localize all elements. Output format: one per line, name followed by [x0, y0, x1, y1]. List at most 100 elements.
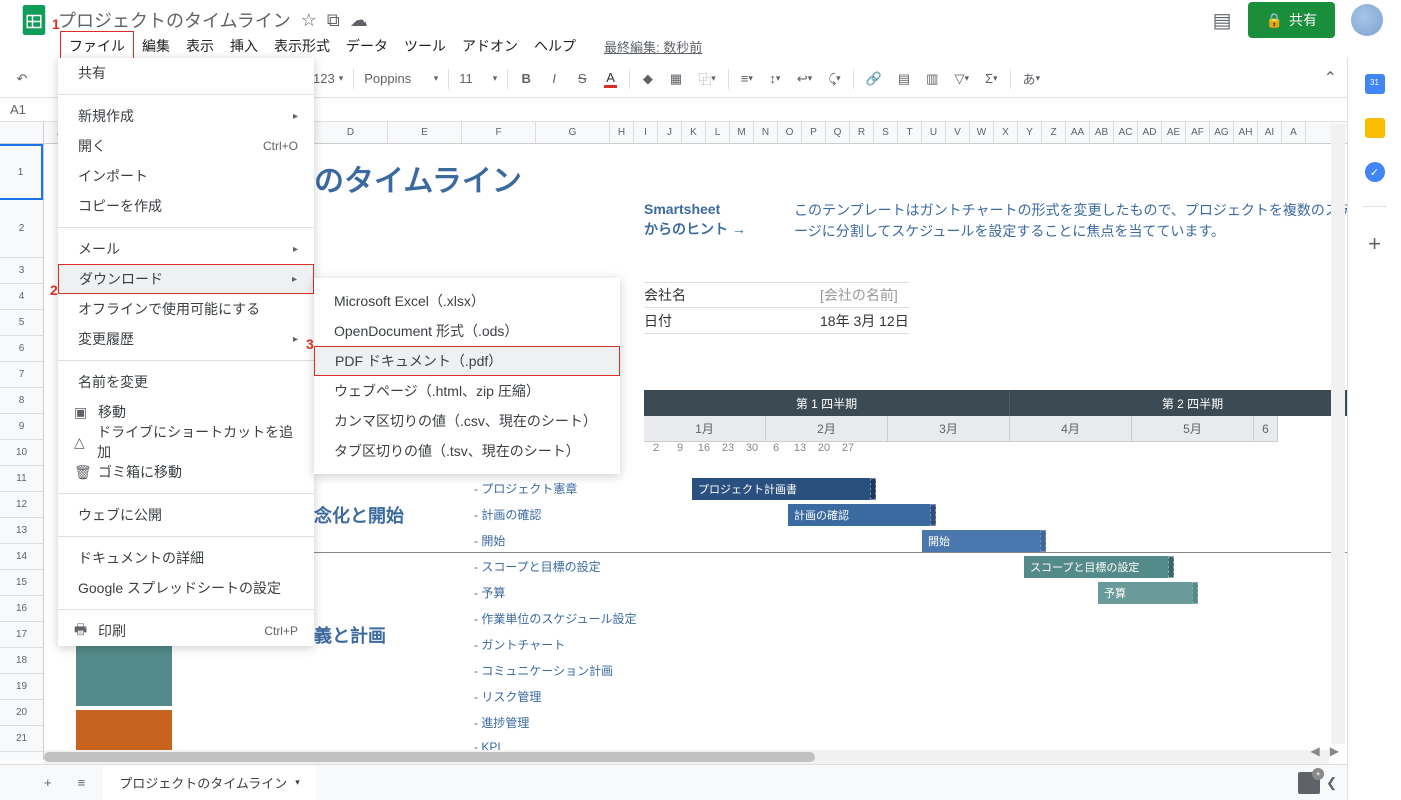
- explore-button[interactable]: [1298, 772, 1320, 794]
- col-header[interactable]: AD: [1138, 122, 1162, 143]
- side-panel-toggle[interactable]: ❮: [1326, 775, 1337, 791]
- col-header[interactable]: I: [634, 122, 658, 143]
- col-header[interactable]: AF: [1186, 122, 1210, 143]
- col-header[interactable]: L: [706, 122, 730, 143]
- text-color-button[interactable]: A: [598, 66, 623, 92]
- col-header[interactable]: H: [610, 122, 634, 143]
- col-header[interactable]: N: [754, 122, 778, 143]
- wrap-button[interactable]: ↩▾: [791, 66, 818, 92]
- merge-button[interactable]: ⿻▾: [692, 66, 722, 92]
- col-header[interactable]: M: [730, 122, 754, 143]
- last-edit-link[interactable]: 最終編集: 数秒前: [604, 37, 702, 56]
- download-tsv[interactable]: タブ区切りの値（.tsv、現在のシート）: [314, 436, 620, 466]
- menu-view[interactable]: 表示: [178, 32, 222, 60]
- rotate-button[interactable]: ⤹▾: [822, 66, 846, 92]
- functions-button[interactable]: Σ▾: [979, 66, 1004, 92]
- menu-spreadsheet-settings[interactable]: Google スプレッドシートの設定: [58, 573, 314, 603]
- col-header[interactable]: A: [1282, 122, 1306, 143]
- add-sheet-button[interactable]: +: [36, 771, 60, 794]
- col-header[interactable]: Y: [1018, 122, 1042, 143]
- font-size-select[interactable]: 11▾: [455, 69, 501, 88]
- font-select[interactable]: Poppins▾: [360, 69, 442, 88]
- tasks-icon[interactable]: [1365, 162, 1385, 182]
- share-button[interactable]: 🔒 共有: [1248, 2, 1335, 38]
- name-box[interactable]: A1: [10, 102, 64, 117]
- menu-open[interactable]: 開くCtrl+O: [58, 131, 314, 161]
- menu-help[interactable]: ヘルプ: [526, 32, 584, 60]
- row-headers[interactable]: 1 2 345 678 91011 121314 151617 181920 2…: [0, 144, 44, 760]
- keep-icon[interactable]: [1365, 118, 1385, 138]
- star-icon[interactable]: ☆: [301, 10, 317, 31]
- col-header[interactable]: D: [314, 122, 388, 143]
- borders-button[interactable]: ▦: [664, 66, 688, 92]
- menu-publish[interactable]: ウェブに公開: [58, 500, 314, 530]
- fill-color-button[interactable]: ◆: [636, 66, 660, 92]
- col-header[interactable]: W: [970, 122, 994, 143]
- scroll-arrows[interactable]: ◀▶: [1307, 742, 1343, 760]
- menu-tools[interactable]: ツール: [396, 32, 454, 60]
- col-header[interactable]: S: [874, 122, 898, 143]
- col-header[interactable]: AE: [1162, 122, 1186, 143]
- italic-button[interactable]: I: [542, 66, 566, 92]
- col-header[interactable]: E: [388, 122, 462, 143]
- menu-file[interactable]: ファイル: [60, 31, 134, 61]
- col-header[interactable]: Z: [1042, 122, 1066, 143]
- col-header[interactable]: AC: [1114, 122, 1138, 143]
- halign-button[interactable]: ≡▾: [735, 66, 759, 92]
- link-button[interactable]: 🔗: [860, 66, 888, 92]
- col-header[interactable]: Q: [826, 122, 850, 143]
- col-header[interactable]: AI: [1258, 122, 1282, 143]
- menu-addons[interactable]: アドオン: [454, 32, 526, 60]
- strike-button[interactable]: S: [570, 66, 594, 92]
- add-on-plus-icon[interactable]: +: [1368, 231, 1381, 257]
- undo-button[interactable]: ↶: [10, 66, 34, 92]
- menu-history[interactable]: 変更履歴▸: [58, 324, 314, 354]
- menu-share[interactable]: 共有: [58, 58, 314, 88]
- menu-offline[interactable]: オフラインで使用可能にする: [58, 294, 314, 324]
- document-title[interactable]: プロジェクトのタイムライン: [58, 7, 291, 33]
- col-header[interactable]: G: [536, 122, 610, 143]
- menu-add-shortcut[interactable]: △ドライブにショートカットを追加: [58, 427, 314, 457]
- col-header[interactable]: T: [898, 122, 922, 143]
- download-ods[interactable]: OpenDocument 形式（.ods）: [314, 316, 620, 346]
- horizontal-scrollbar[interactable]: [44, 750, 1329, 764]
- col-header[interactable]: F: [462, 122, 536, 143]
- col-header[interactable]: J: [658, 122, 682, 143]
- col-header[interactable]: AG: [1210, 122, 1234, 143]
- col-header[interactable]: AB: [1090, 122, 1114, 143]
- col-header[interactable]: K: [682, 122, 706, 143]
- move-folder-icon[interactable]: ⧉: [327, 10, 340, 31]
- download-csv[interactable]: カンマ区切りの値（.csv、現在のシート）: [314, 406, 620, 436]
- comment-button[interactable]: ▤: [892, 66, 916, 92]
- bold-button[interactable]: B: [514, 66, 538, 92]
- cloud-status-icon[interactable]: ☁: [350, 10, 368, 31]
- col-header[interactable]: AA: [1066, 122, 1090, 143]
- menu-rename[interactable]: 名前を変更: [58, 367, 314, 397]
- col-header[interactable]: V: [946, 122, 970, 143]
- download-web[interactable]: ウェブページ（.html、zip 圧縮）: [314, 376, 620, 406]
- menu-print[interactable]: 🖶印刷Ctrl+P: [58, 616, 314, 646]
- menu-import[interactable]: インポート: [58, 161, 314, 191]
- menu-format[interactable]: 表示形式: [266, 32, 338, 60]
- col-header[interactable]: AH: [1234, 122, 1258, 143]
- filter-button[interactable]: ▽▾: [948, 66, 975, 92]
- account-avatar[interactable]: [1351, 4, 1383, 36]
- menu-email[interactable]: メール▸: [58, 234, 314, 264]
- col-header[interactable]: U: [922, 122, 946, 143]
- collapse-toolbar-icon[interactable]: ⌃: [1324, 68, 1337, 88]
- menu-data[interactable]: データ: [338, 32, 396, 60]
- download-xlsx[interactable]: Microsoft Excel（.xlsx）: [314, 286, 620, 316]
- menu-copy[interactable]: コピーを作成: [58, 191, 314, 221]
- menu-doc-details[interactable]: ドキュメントの詳細: [58, 543, 314, 573]
- vertical-scrollbar[interactable]: [1331, 124, 1345, 744]
- menu-insert[interactable]: 挿入: [222, 32, 266, 60]
- tab-menu-icon[interactable]: ▾: [295, 777, 300, 788]
- col-header[interactable]: X: [994, 122, 1018, 143]
- number-format-select[interactable]: 123▾: [309, 69, 347, 88]
- comments-icon[interactable]: ▤: [1213, 8, 1232, 33]
- col-header[interactable]: P: [802, 122, 826, 143]
- input-tools-button[interactable]: あ▾: [1017, 66, 1047, 92]
- calendar-icon[interactable]: [1365, 74, 1385, 94]
- chart-button[interactable]: ▥: [920, 66, 944, 92]
- sheets-app-icon[interactable]: [14, 0, 54, 40]
